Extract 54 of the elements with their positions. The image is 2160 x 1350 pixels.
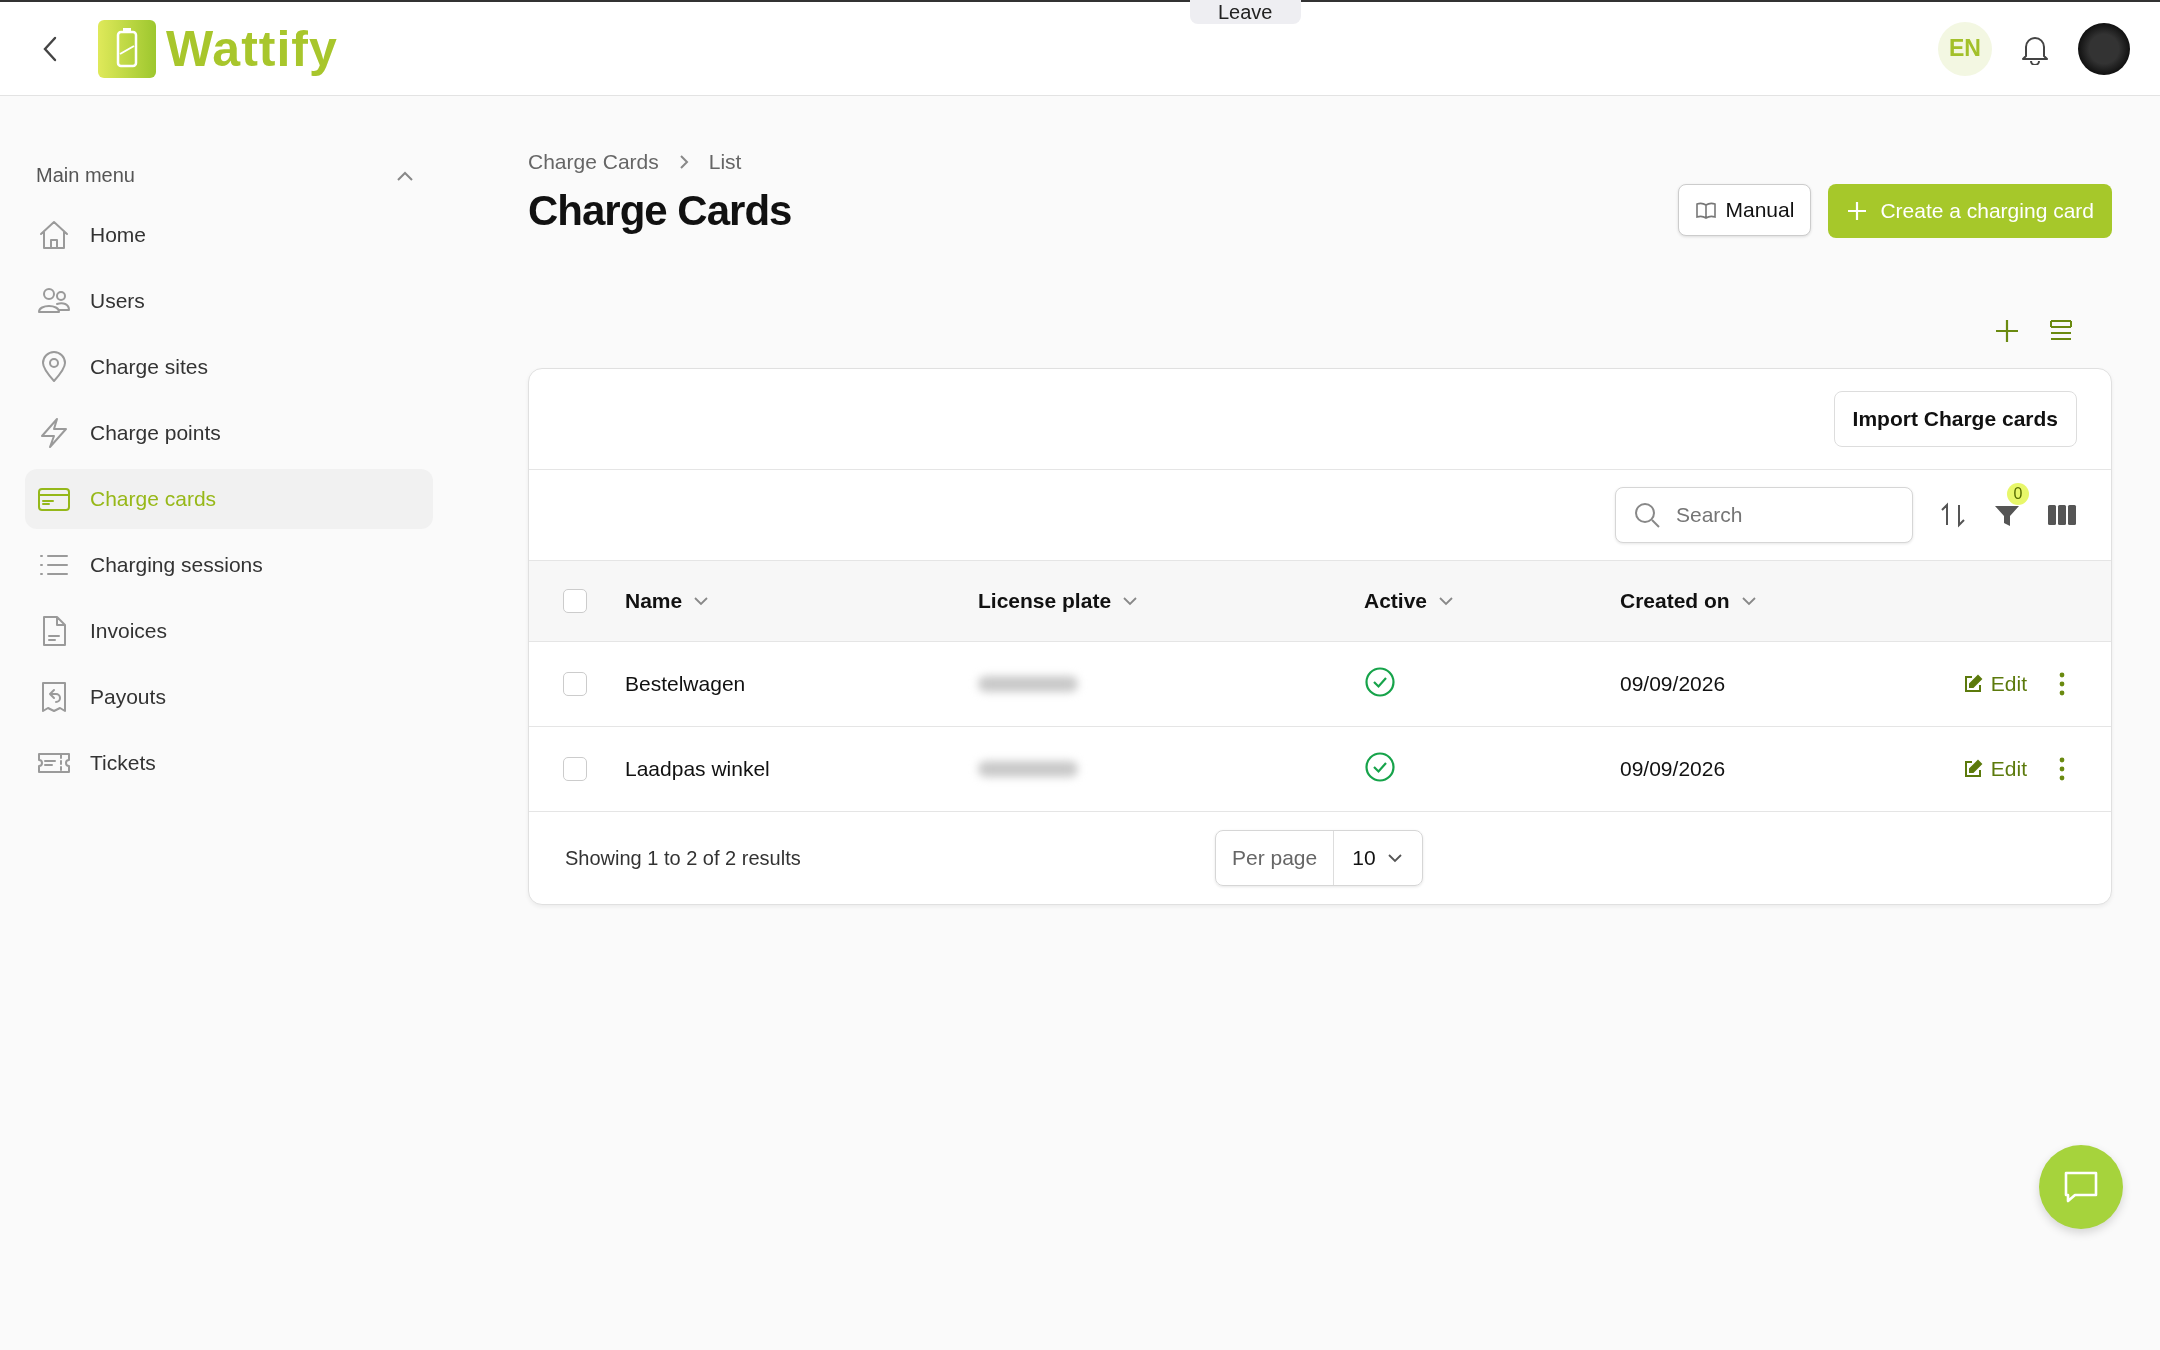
- more-icon[interactable]: [2057, 671, 2067, 697]
- chevron-down-icon: [1121, 595, 1140, 607]
- sidebar-item[interactable]: Payouts: [25, 667, 433, 727]
- per-page-label: Per page: [1216, 831, 1335, 885]
- column-header[interactable]: Created on: [1620, 589, 1758, 613]
- sidebar-item[interactable]: Charge sites: [25, 337, 433, 397]
- column-header[interactable]: Active: [1364, 589, 1456, 613]
- chevron-down-icon: [1437, 595, 1456, 607]
- breadcrumb-link[interactable]: Charge Cards: [528, 150, 659, 174]
- brand-name: Wattify: [166, 19, 338, 78]
- table-cell: 09/09/2026: [1620, 757, 1726, 780]
- table-cell: Laadpas winkel: [625, 757, 770, 780]
- sidebar-item[interactable]: Tickets: [25, 733, 433, 793]
- sidebar-item[interactable]: Charge points: [25, 403, 433, 463]
- sidebar-item[interactable]: Charging sessions: [25, 535, 433, 595]
- per-page-value: 10: [1352, 846, 1376, 870]
- edit-button[interactable]: Edit: [1962, 757, 2027, 781]
- sidebar-item[interactable]: Users: [25, 271, 433, 331]
- edit-icon: [1962, 759, 1983, 779]
- chevron-down-icon: [1385, 852, 1404, 864]
- sort-icon[interactable]: [1939, 501, 1967, 529]
- per-page-select[interactable]: Per page 10: [1215, 830, 1423, 886]
- book-icon: [1695, 201, 1718, 219]
- plus-icon: [1846, 200, 1869, 222]
- sidebar-item[interactable]: Home: [25, 205, 433, 265]
- search-icon: [1633, 501, 1661, 529]
- search-field[interactable]: Search: [1615, 487, 1913, 543]
- edit-button[interactable]: Edit: [1962, 672, 2027, 696]
- chevron-down-icon: [692, 595, 711, 607]
- filter-count-badge: 0: [2007, 483, 2029, 505]
- leave-button[interactable]: Leave: [1190, 0, 1301, 24]
- home-icon: [37, 218, 71, 252]
- results-summary: Showing 1 to 2 of 2 results: [564, 846, 802, 870]
- page-title: Charge Cards: [528, 187, 792, 235]
- more-icon[interactable]: [2057, 756, 2067, 782]
- manual-button[interactable]: Manual: [1678, 184, 1812, 236]
- logo: [98, 19, 156, 78]
- column-header[interactable]: License plate: [978, 589, 1140, 613]
- edit-icon: [1962, 674, 1983, 694]
- table-cell: 09/09/2026: [1620, 672, 1726, 695]
- menu-title: Main menu: [36, 164, 135, 187]
- column-header[interactable]: Name: [625, 589, 711, 613]
- chevron-down-icon: [1739, 595, 1758, 607]
- columns-icon[interactable]: [2047, 502, 2077, 528]
- breadcrumb-link[interactable]: List: [708, 150, 742, 174]
- sidebar-item[interactable]: Invoices: [25, 601, 433, 661]
- list-view-icon[interactable]: [2048, 318, 2074, 342]
- add-icon[interactable]: [1994, 318, 2020, 344]
- select-all-checkbox[interactable]: [563, 589, 587, 613]
- table-cell: Bestelwagen: [625, 672, 746, 695]
- row-checkbox[interactable]: [563, 672, 587, 696]
- row-checkbox[interactable]: [563, 757, 587, 781]
- import-button[interactable]: Import Charge cards: [1833, 391, 2077, 447]
- avatar[interactable]: [2078, 22, 2130, 75]
